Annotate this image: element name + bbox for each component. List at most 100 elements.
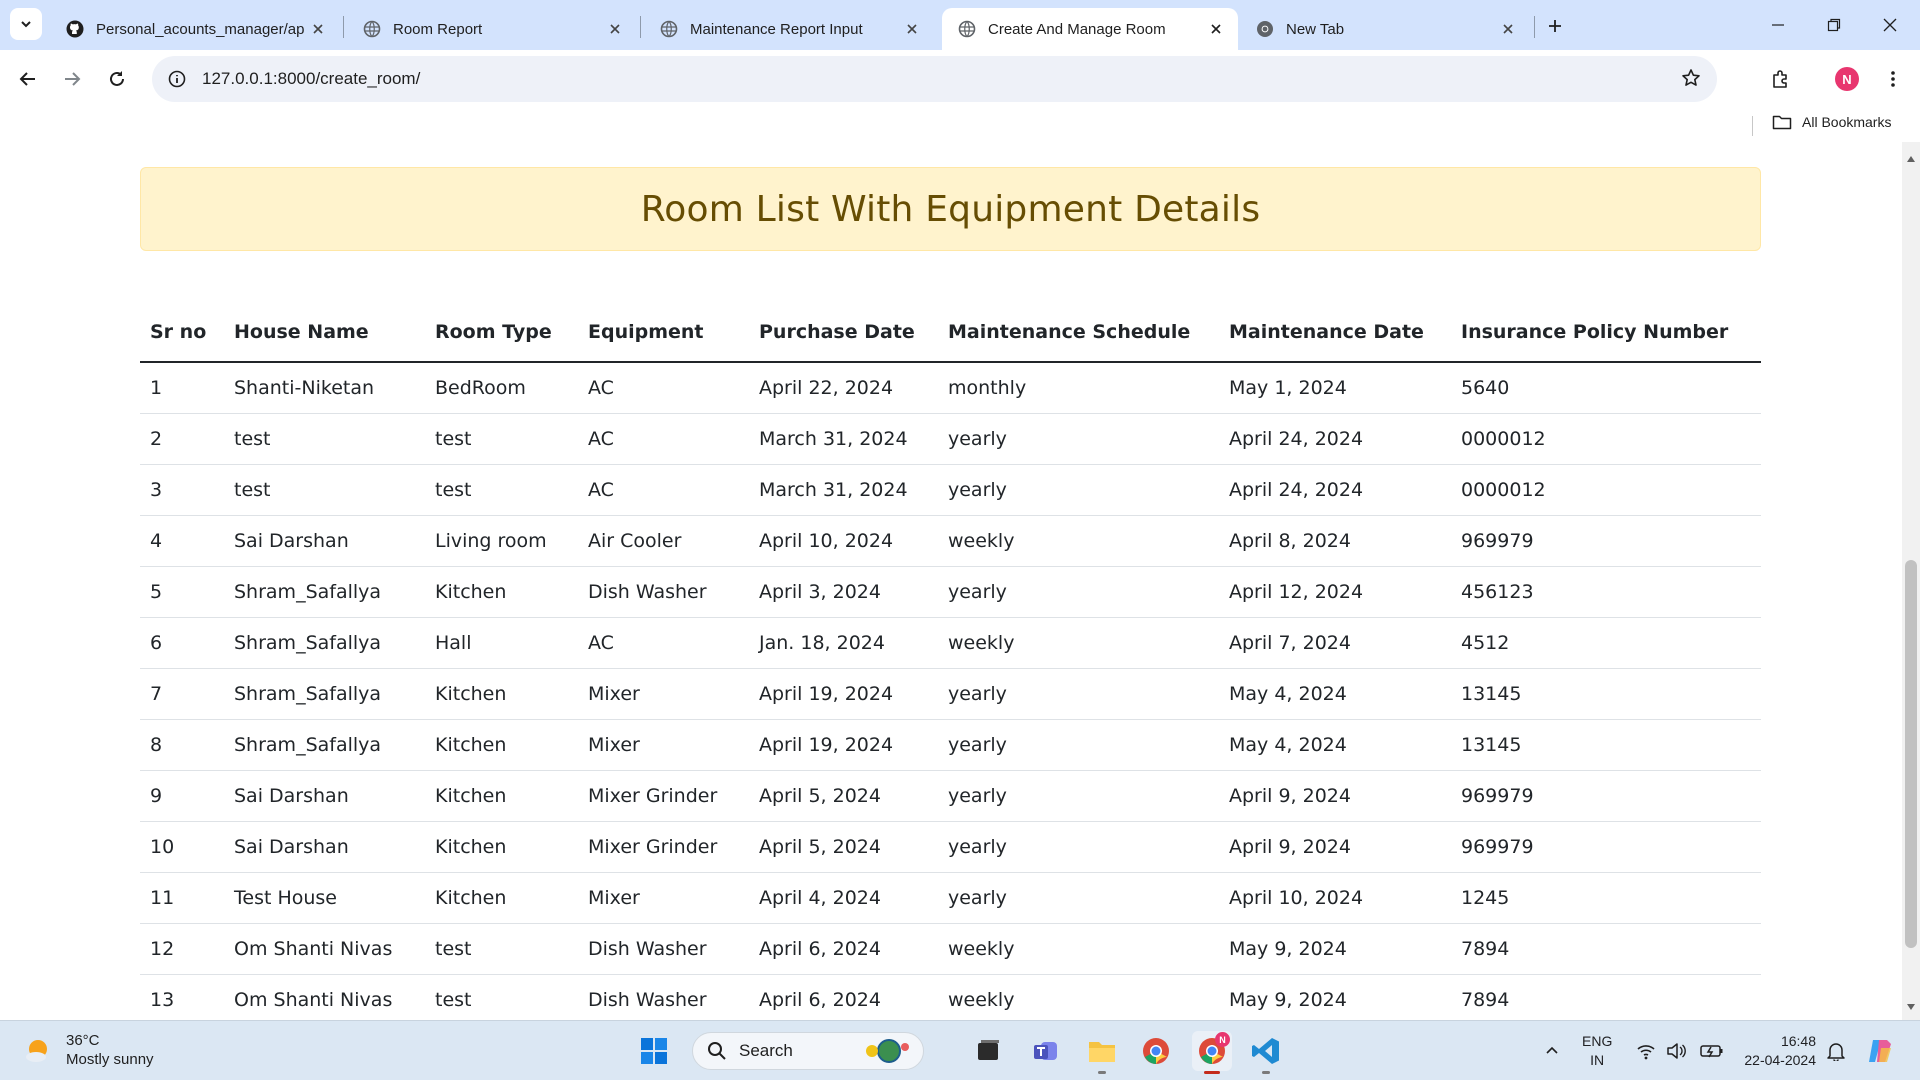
table-cell: Shram_Safallya [224, 566, 425, 618]
copilot-button[interactable] [1860, 1031, 1900, 1071]
table-cell: April 5, 2024 [749, 821, 938, 873]
column-header: Maintenance Schedule [938, 302, 1219, 363]
table-cell: yearly [938, 413, 1219, 465]
taskbar-chrome-profile[interactable]: N [1192, 1031, 1232, 1074]
table-cell: Kitchen [425, 668, 578, 720]
table-cell: April 6, 2024 [749, 923, 938, 975]
room-equipment-table: Sr no House Name Room Type Equipment Purchas… [140, 302, 1761, 1020]
table-row: 5 Shram_Safallya Kitchen Dish Washer April 3… [140, 566, 1761, 618]
taskbar-search[interactable]: Search [692, 1032, 924, 1070]
scroll-up-arrow-icon[interactable] [1907, 156, 1915, 162]
scrollbar-thumb[interactable] [1905, 560, 1917, 948]
close-tab-icon[interactable] [902, 19, 922, 39]
column-header: Room Type [425, 302, 578, 363]
close-tab-icon[interactable] [1498, 19, 1518, 39]
table-cell: Shanti-Niketan [224, 362, 425, 414]
tab-personal-accounts-manager[interactable]: Personal_acounts_manager/ap [50, 8, 340, 50]
show-hidden-icons-button[interactable] [1532, 1031, 1572, 1071]
close-tab-icon[interactable] [605, 19, 625, 39]
tab-room-report[interactable]: Room Report [347, 8, 637, 50]
table-cell: April 8, 2024 [1219, 515, 1451, 567]
table-cell: Kitchen [425, 872, 578, 924]
table-cell: 12 [140, 923, 224, 975]
puzzle-icon [1773, 70, 1787, 88]
table-cell: weekly [938, 974, 1219, 1020]
site-info-icon[interactable] [168, 70, 186, 88]
battery-charging-icon [1700, 1045, 1723, 1058]
table-cell: Sai Darshan [224, 515, 425, 567]
scroll-down-arrow-icon[interactable] [1907, 1004, 1915, 1010]
teams-icon [1034, 1042, 1057, 1060]
table-row: 2 test test AC March 31, 2024 yearly April 24,… [140, 413, 1761, 465]
table-cell: 4 [140, 515, 224, 567]
globe-highlight-icon [866, 1039, 909, 1063]
all-bookmarks-button[interactable]: All Bookmarks [1772, 114, 1891, 130]
forward-button[interactable] [55, 62, 89, 96]
tab-title: Personal_acounts_manager/ap [96, 20, 305, 38]
taskbar-vscode[interactable] [1246, 1031, 1286, 1074]
taskbar-file-explorer[interactable] [1082, 1031, 1122, 1074]
table-cell: Mixer [578, 719, 749, 771]
taskbar-task-view[interactable] [968, 1031, 1008, 1071]
restore-icon [1827, 18, 1841, 32]
back-button[interactable] [11, 62, 45, 96]
chrome-icon [1257, 21, 1273, 37]
globe-icon [660, 20, 678, 38]
table-row: 13 Om Shanti Nivas test Dish Washer April 6,… [140, 974, 1761, 1020]
system-tray[interactable] [1636, 1021, 1724, 1080]
restore-button[interactable] [1816, 10, 1852, 40]
plus-icon [1549, 20, 1561, 32]
reload-button[interactable] [100, 62, 134, 96]
column-header: Equipment [578, 302, 749, 363]
taskbar-clock[interactable]: 16:48 22-04-2024 [1736, 1032, 1816, 1070]
close-tab-icon[interactable] [308, 19, 328, 39]
table-row: 11 Test House Kitchen Mixer April 4, 2024 yea… [140, 872, 1761, 924]
table-cell: 6 [140, 617, 224, 669]
address-bar[interactable]: 127.0.0.1:8000/create_room/ [152, 56, 1717, 102]
table-cell: Dish Washer [578, 923, 749, 975]
taskbar-teams[interactable] [1026, 1031, 1066, 1071]
bookmark-star-icon[interactable] [1681, 68, 1701, 93]
start-button[interactable] [634, 1031, 674, 1071]
table-cell: Om Shanti Nivas [224, 923, 425, 975]
reload-icon [110, 71, 124, 86]
table-cell: April 9, 2024 [1219, 770, 1451, 822]
table-cell: April 24, 2024 [1219, 464, 1451, 516]
table-cell: Kitchen [425, 770, 578, 822]
browser-menu-button[interactable] [1876, 62, 1910, 96]
table-cell: 11 [140, 872, 224, 924]
taskbar-chrome[interactable] [1136, 1031, 1176, 1071]
table-cell: BedRoom [425, 362, 578, 414]
tab-maintenance-report-input[interactable]: Maintenance Report Input [644, 8, 934, 50]
column-header: Insurance Policy Number [1451, 302, 1761, 363]
table-cell: test [425, 974, 578, 1020]
table-cell: April 24, 2024 [1219, 413, 1451, 465]
bookmarks-divider [1752, 116, 1753, 136]
table-cell: 969979 [1451, 770, 1761, 822]
more-vertical-icon [1891, 71, 1895, 87]
weather-temperature: 36°C [66, 1032, 100, 1049]
close-window-button[interactable] [1872, 10, 1908, 40]
tab-divider [343, 16, 344, 38]
profile-button[interactable]: N [1830, 62, 1864, 96]
table-cell: 10 [140, 821, 224, 873]
tab-search-button[interactable] [10, 8, 42, 40]
new-tab-button[interactable] [1541, 12, 1569, 40]
table-cell: April 4, 2024 [749, 872, 938, 924]
search-placeholder: Search [739, 1041, 793, 1060]
page-scrollbar[interactable] [1902, 142, 1920, 1020]
notifications-button[interactable] [1816, 1031, 1856, 1071]
tab-divider [640, 16, 641, 38]
extensions-button[interactable] [1764, 62, 1798, 96]
table-cell: AC [578, 413, 749, 465]
close-tab-icon[interactable] [1206, 19, 1226, 39]
weather-widget[interactable]: 36°C Mostly sunny [24, 1031, 154, 1069]
minimize-button[interactable] [1760, 10, 1796, 40]
chrome-icon [1143, 1038, 1169, 1064]
tab-create-and-manage-room[interactable]: Create And Manage Room [942, 8, 1238, 50]
browser-toolbar: 127.0.0.1:8000/create_room/ N [0, 50, 1920, 108]
tab-new-tab[interactable]: New Tab [1240, 8, 1530, 50]
table-cell: May 1, 2024 [1219, 362, 1451, 414]
table-cell: yearly [938, 668, 1219, 720]
input-language-indicator[interactable]: ENG IN [1582, 1032, 1612, 1070]
